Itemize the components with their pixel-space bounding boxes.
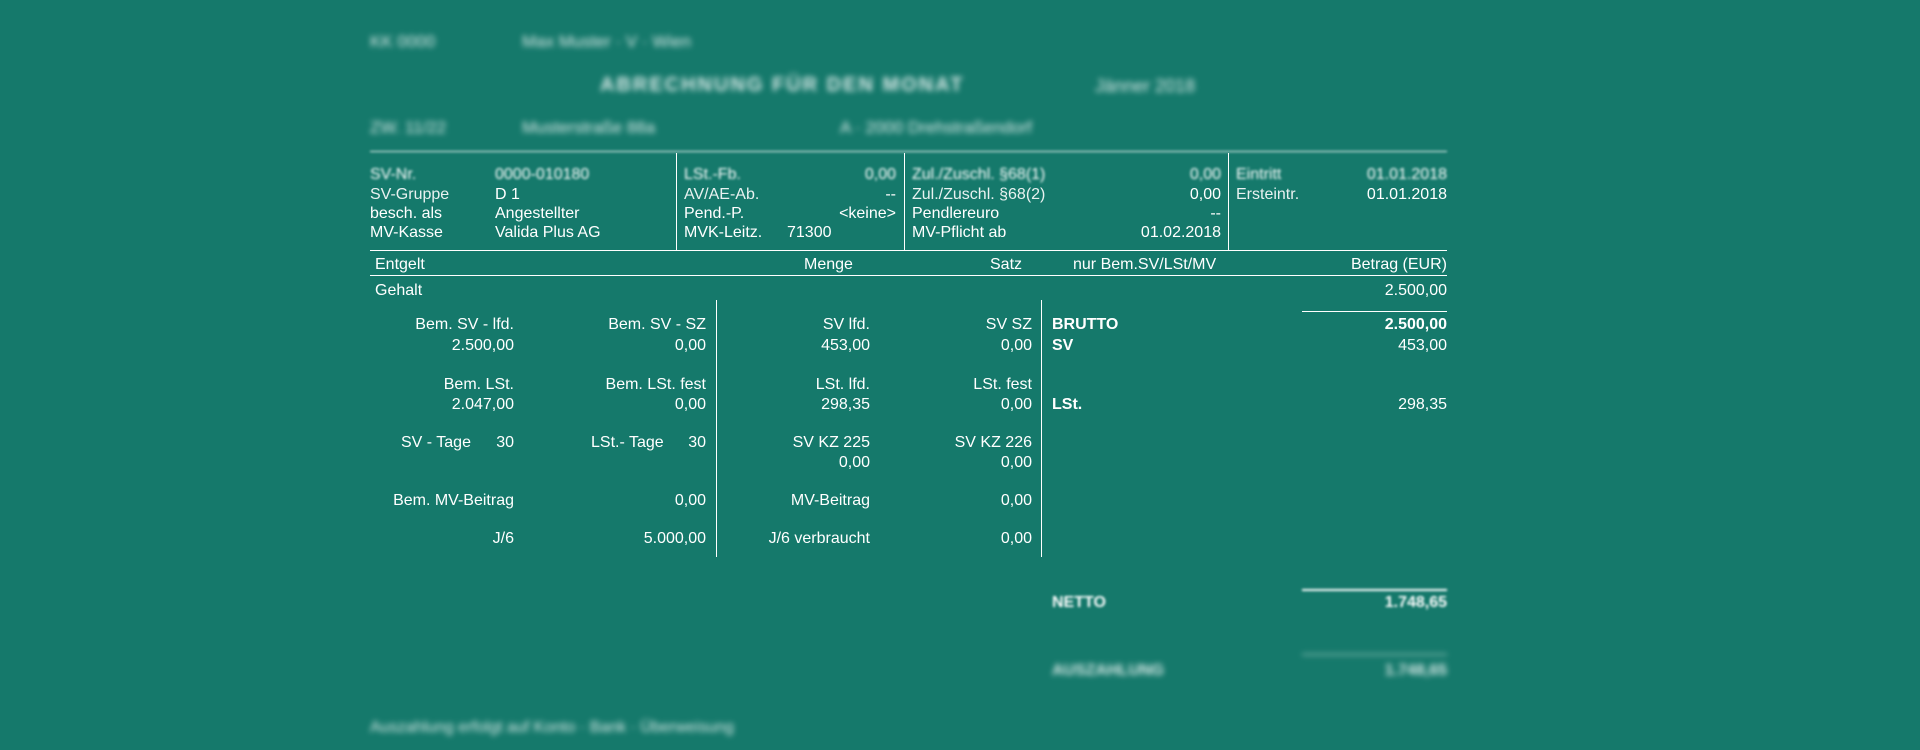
- header-company-id: KK 0000: [370, 32, 436, 51]
- column-header-menge: Menge: [804, 256, 853, 273]
- bem-sv-lfd-value: 2.500,00: [451, 337, 514, 354]
- brutto-label: BRUTTO: [1052, 316, 1119, 333]
- column-header-satz: Satz: [990, 256, 1023, 273]
- j6-value: 5.000,00: [643, 530, 706, 547]
- sv-nr-value: 0000-010180: [495, 166, 590, 183]
- sv-kz-226-value: 0,00: [1000, 454, 1032, 471]
- calc-label: SV KZ 226: [954, 434, 1032, 451]
- calc-label: SV KZ 225: [792, 434, 870, 451]
- ersteintritt-value: 01.01.2018: [1366, 186, 1447, 203]
- calc-label: Bem. SV - lfd.: [415, 316, 514, 333]
- calc-divider: [1041, 300, 1042, 557]
- eintritt-value: 01.01.2018: [1366, 166, 1447, 183]
- calc-label: MV-Beitrag: [790, 492, 870, 509]
- av-ae-value: --: [885, 186, 896, 203]
- pendlereuro-value: --: [1210, 205, 1221, 222]
- calc-label: Bem. MV-Beitrag: [393, 492, 514, 509]
- info-divider: [904, 153, 905, 251]
- header-personnel-no: ZW. 11/22: [370, 118, 447, 137]
- page-title: ABRECHNUNG FÜR DEN MONAT: [600, 74, 965, 96]
- info-divider: [676, 153, 677, 251]
- mv-beitrag-value: 0,00: [1000, 492, 1032, 509]
- header-divider: [370, 151, 1447, 152]
- mv-pflicht-value: 01.02.2018: [1140, 224, 1221, 241]
- info-label: AV/AE-Ab.: [684, 186, 760, 203]
- row-gehalt-label: Gehalt: [375, 282, 423, 299]
- lst-tage-value: 30: [688, 434, 706, 451]
- netto-rule: [1302, 589, 1447, 591]
- table-top-rule: [370, 250, 1447, 251]
- zuschlag-68-1-value: 0,00: [1189, 166, 1221, 183]
- bem-sv-sz-value: 0,00: [674, 337, 706, 354]
- sv-tage-value: 30: [496, 434, 514, 451]
- mv-kasse-value: Valida Plus AG: [495, 224, 601, 241]
- info-label: besch. als: [370, 205, 443, 222]
- calc-label: J/6: [492, 530, 514, 547]
- info-label: MV-Kasse: [370, 224, 443, 241]
- mvk-leitzahl-value: 71300: [787, 224, 832, 241]
- bem-lst-value: 2.047,00: [451, 396, 514, 413]
- calc-label: Bem. LSt. fest: [605, 376, 706, 393]
- sv-sz-value: 0,00: [1000, 337, 1032, 354]
- sv-kz-225-value: 0,00: [838, 454, 870, 471]
- info-label: Pend.-P.: [684, 205, 745, 222]
- lst-label: LSt.: [1052, 396, 1083, 413]
- auszahlung-rule: [1302, 654, 1447, 655]
- zuschlag-68-2-value: 0,00: [1189, 186, 1221, 203]
- brutto-value: 2.500,00: [1384, 316, 1447, 333]
- header-city: A · 2000 Drehstraßendorf: [840, 118, 1032, 137]
- column-header-bem: nur Bem.SV/LSt/MV: [1073, 256, 1217, 273]
- calc-label: SV - Tage: [401, 434, 471, 451]
- title-period: Jänner 2018: [1095, 76, 1196, 96]
- info-label: Ersteintr.: [1236, 186, 1300, 203]
- calc-label: LSt. fest: [973, 376, 1032, 393]
- info-label: Eintritt: [1236, 166, 1282, 183]
- info-label: Pendlereuro: [912, 205, 1000, 222]
- bem-lst-fest-value: 0,00: [674, 396, 706, 413]
- calc-label: Bem. LSt.: [443, 376, 514, 393]
- sv-lfd-value: 453,00: [821, 337, 870, 354]
- calc-label: LSt.- Tage: [591, 434, 664, 451]
- netto-label: NETTO: [1052, 594, 1106, 611]
- sv-total-value: 453,00: [1398, 337, 1447, 354]
- auszahlung-value: 1.748,65: [1384, 662, 1447, 679]
- info-label: MVK-Leitz.: [684, 224, 763, 241]
- lst-fb-value: 0,00: [864, 166, 896, 183]
- header-company-name: Max Muster · V · Wien: [522, 32, 692, 51]
- j6-verbraucht-value: 0,00: [1000, 530, 1032, 547]
- calc-label: SV SZ: [985, 316, 1032, 333]
- bem-mv-beitrag-value: 0,00: [674, 492, 706, 509]
- info-label: LSt.-Fb.: [684, 166, 741, 183]
- auszahlung-label: AUSZAHLUNG: [1052, 662, 1164, 679]
- info-label: Zul./Zuschl. §68(1): [912, 166, 1046, 183]
- beschaeftigt-als-value: Angestellter: [495, 205, 580, 222]
- pendler-pauschale-value: <keine>: [839, 205, 896, 222]
- lst-total-value: 298,35: [1398, 396, 1447, 413]
- row-gehalt-amount: 2.500,00: [1384, 282, 1447, 299]
- brutto-rule: [1302, 311, 1447, 312]
- info-divider: [1228, 153, 1229, 251]
- footer-note: Auszahlung erfolgt auf Konto · Bank · Üb…: [370, 719, 734, 736]
- column-header-entgelt: Entgelt: [375, 256, 425, 273]
- info-label: SV-Gruppe: [370, 186, 450, 203]
- sv-gruppe-value: D 1: [495, 186, 520, 203]
- column-header-betrag: Betrag (EUR): [1350, 256, 1447, 273]
- table-header-rule: [370, 275, 1447, 276]
- calc-label: Bem. SV - SZ: [608, 316, 706, 333]
- header-address: Musterstraße 88a: [522, 118, 656, 137]
- sv-label: SV: [1052, 337, 1074, 354]
- info-label: Zul./Zuschl. §68(2): [912, 186, 1046, 203]
- lst-lfd-value: 298,35: [821, 396, 870, 413]
- info-label: SV-Nr.: [370, 166, 417, 183]
- info-label: MV-Pflicht ab: [912, 224, 1007, 241]
- calc-divider: [716, 300, 717, 557]
- calc-label: J/6 verbraucht: [768, 530, 870, 547]
- lst-fest-value: 0,00: [1000, 396, 1032, 413]
- calc-label: SV lfd.: [822, 316, 870, 333]
- netto-value: 1.748,65: [1384, 594, 1447, 611]
- calc-label: LSt. lfd.: [815, 376, 870, 393]
